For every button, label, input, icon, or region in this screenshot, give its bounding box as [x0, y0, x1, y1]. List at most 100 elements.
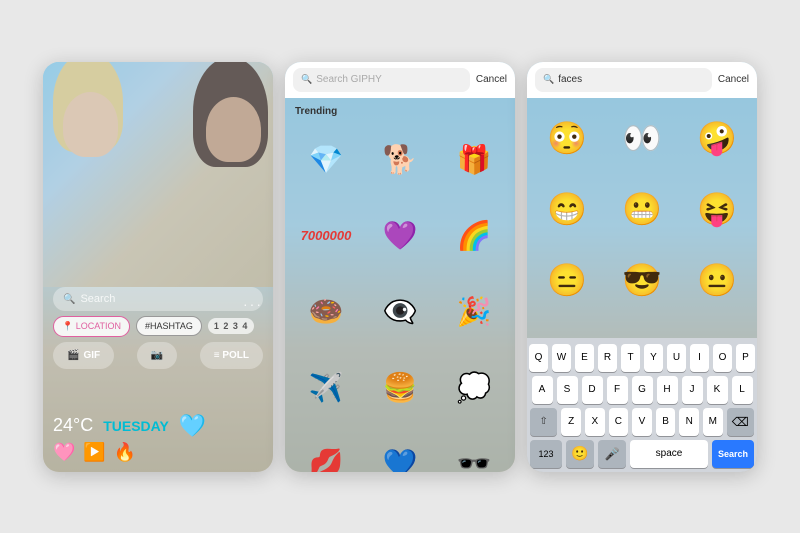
faces-cancel-button[interactable]: Cancel [718, 74, 749, 85]
search-icon: 🔍 [543, 74, 554, 85]
heart-sticker: 🩵 [179, 413, 206, 439]
sticker-gift: 🎁 [439, 124, 509, 196]
key-r[interactable]: R [598, 344, 617, 372]
keyboard-row3: ⇧ Z X C V B N M ⌫ [530, 408, 754, 436]
giphy-search-placeholder: Search GIPHY [316, 74, 382, 85]
face-sticker-4: 😁 [531, 175, 603, 243]
keyboard-row2: A S D F G H J K L [530, 376, 754, 404]
fire-sticker: 🔥 [114, 442, 136, 463]
gif-icon: 🎬 [67, 350, 79, 361]
sticker-blue-heart: 💙 [365, 428, 435, 472]
key-z[interactable]: Z [561, 408, 581, 436]
key-o[interactable]: O [713, 344, 732, 372]
gif-button[interactable]: 🎬 GIF [53, 342, 114, 369]
screen1-background: ··· 🔍 Search 📍 LOCATION #HASHTAG 1 2 3 4… [43, 62, 273, 472]
screen2-background: 🔍 Search GIPHY Cancel Trending 💎 🐕 🎁 700… [285, 62, 515, 472]
key-i[interactable]: I [690, 344, 709, 372]
face-sticker-8: 😎 [606, 246, 678, 314]
key-q[interactable]: Q [529, 344, 548, 372]
screen2-header: 🔍 Search GIPHY Cancel [285, 62, 515, 98]
sticker-plane: ✈️ [291, 352, 361, 424]
key-c[interactable]: C [609, 408, 629, 436]
camera-icon: 📷 [151, 350, 163, 361]
key-a[interactable]: A [532, 376, 553, 404]
giphy-search-bar[interactable]: 🔍 Search GIPHY [293, 68, 470, 92]
sticker-crystal: 💎 [291, 124, 361, 196]
face-sticker-7: 😑 [531, 246, 603, 314]
key-u[interactable]: U [667, 344, 686, 372]
face-sticker-6: 😝 [681, 175, 753, 243]
key-f[interactable]: F [607, 376, 628, 404]
key-p[interactable]: P [736, 344, 755, 372]
screen2: 🔍 Search GIPHY Cancel Trending 💎 🐕 🎁 700… [285, 62, 515, 472]
screen1: ··· 🔍 Search 📍 LOCATION #HASHTAG 1 2 3 4… [43, 62, 273, 472]
key-d[interactable]: D [582, 376, 603, 404]
location-sticker[interactable]: 📍 LOCATION [53, 316, 130, 337]
face-sticker-9: 😐 [681, 246, 753, 314]
day-display: TUESDAY [103, 418, 169, 434]
sticker-grid: 💎 🐕 🎁 7000000 💜 🌈 🍩 👁‍🗨 🎉 ✈️ 🍔 💭 💋 💙 🕶️ [291, 124, 509, 472]
face-sticker-grid: 😳 👀 🤪 😁 😬 😝 😑 😎 😐 [531, 104, 753, 314]
sticker-heart: 💜 [365, 200, 435, 272]
key-123[interactable]: 123 [530, 440, 562, 468]
screen1-bottom-row: 🎬 GIF 📷 ≡ POLL [53, 342, 263, 369]
hashtag-sticker-label: #HASHTAG [145, 321, 193, 331]
key-h[interactable]: H [657, 376, 678, 404]
face-sticker-2: 👀 [606, 104, 678, 172]
sticker-party: 🎉 [439, 276, 509, 348]
sticker-burger: 🍔 [365, 352, 435, 424]
number-sticker[interactable]: 1 2 3 4 [208, 318, 255, 334]
sticker-sunglasses: 🕶️ [439, 428, 509, 472]
key-mic[interactable]: 🎤 [598, 440, 626, 468]
camera-button[interactable]: 📷 [137, 342, 177, 369]
temperature-display: 24°C [53, 415, 93, 436]
screen1-weather-info: 24°C TUESDAY 🩵 [53, 413, 206, 439]
key-delete[interactable]: ⌫ [727, 408, 754, 436]
trending-label: Trending [295, 106, 337, 117]
key-emoji[interactable]: 🙂 [566, 440, 594, 468]
sticker-eyes: 👁‍🗨 [365, 276, 435, 348]
sticker-dog: 🐕 [365, 124, 435, 196]
hashtag-sticker[interactable]: #HASHTAG [136, 316, 202, 336]
sticker-7million: 7000000 [291, 200, 361, 272]
key-l[interactable]: L [732, 376, 753, 404]
key-e[interactable]: E [575, 344, 594, 372]
key-w[interactable]: W [552, 344, 571, 372]
sticker-cloud: 💭 [439, 352, 509, 424]
giphy-cancel-button[interactable]: Cancel [476, 74, 507, 85]
key-t[interactable]: T [621, 344, 640, 372]
key-y[interactable]: Y [644, 344, 663, 372]
face-sticker-1: 😳 [531, 104, 603, 172]
faces-search-bar[interactable]: 🔍 faces [535, 68, 712, 92]
faces-search-value: faces [558, 74, 582, 85]
key-search[interactable]: Search [712, 440, 754, 468]
key-b[interactable]: B [656, 408, 676, 436]
key-j[interactable]: J [682, 376, 703, 404]
key-v[interactable]: V [632, 408, 652, 436]
sticker-donut: 🍩 [291, 276, 361, 348]
screen3-background: 🔍 faces Cancel 😳 👀 🤪 😁 😬 😝 😑 😎 😐 Q W E R [527, 62, 757, 472]
poll-button[interactable]: ≡ POLL [200, 342, 263, 369]
screen3: 🔍 faces Cancel 😳 👀 🤪 😁 😬 😝 😑 😎 😐 Q W E R [527, 62, 757, 472]
key-shift[interactable]: ⇧ [530, 408, 557, 436]
screen1-sticker-row: 📍 LOCATION #HASHTAG 1 2 3 4 [53, 316, 263, 337]
key-s[interactable]: S [557, 376, 578, 404]
screen1-overlay [43, 62, 273, 472]
key-k[interactable]: K [707, 376, 728, 404]
key-m[interactable]: M [703, 408, 723, 436]
screen1-bottom-stickers: 🩷 ▶️ 🔥 [53, 442, 136, 463]
sticker-lips: 💋 [291, 428, 361, 472]
pink-heart-sticker: 🩷 [53, 442, 75, 463]
key-n[interactable]: N [679, 408, 699, 436]
keyboard: Q W E R T Y U I O P A S D F G H J K L [527, 338, 757, 472]
keyboard-bottom-row: 123 🙂 🎤 space Search [530, 440, 754, 468]
face-sticker-3: 🤪 [681, 104, 753, 172]
key-space[interactable]: space [630, 440, 708, 468]
sticker-rainbow: 🌈 [439, 200, 509, 272]
screen1-search-bar[interactable]: 🔍 Search [53, 287, 263, 311]
location-sticker-label: 📍 LOCATION [62, 321, 121, 332]
key-g[interactable]: G [632, 376, 653, 404]
keyboard-row1: Q W E R T Y U I O P [530, 344, 754, 372]
face-sticker-5: 😬 [606, 175, 678, 243]
key-x[interactable]: X [585, 408, 605, 436]
